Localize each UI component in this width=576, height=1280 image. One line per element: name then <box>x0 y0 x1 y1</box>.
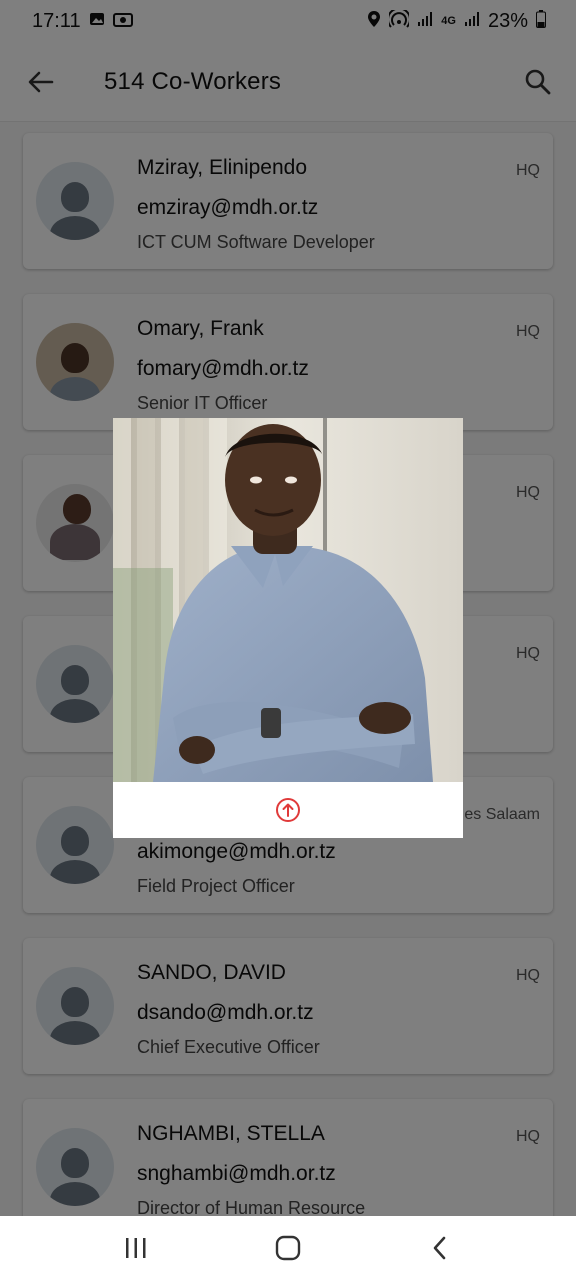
dialog-action-bar <box>113 782 463 838</box>
home-icon[interactable] <box>264 1224 312 1272</box>
upload-icon[interactable] <box>275 797 301 823</box>
nav-back-icon[interactable] <box>416 1224 464 1272</box>
system-nav-bar <box>0 1216 576 1280</box>
recents-icon[interactable] <box>112 1224 160 1272</box>
photo-dialog <box>113 418 463 838</box>
profile-photo <box>113 418 463 782</box>
